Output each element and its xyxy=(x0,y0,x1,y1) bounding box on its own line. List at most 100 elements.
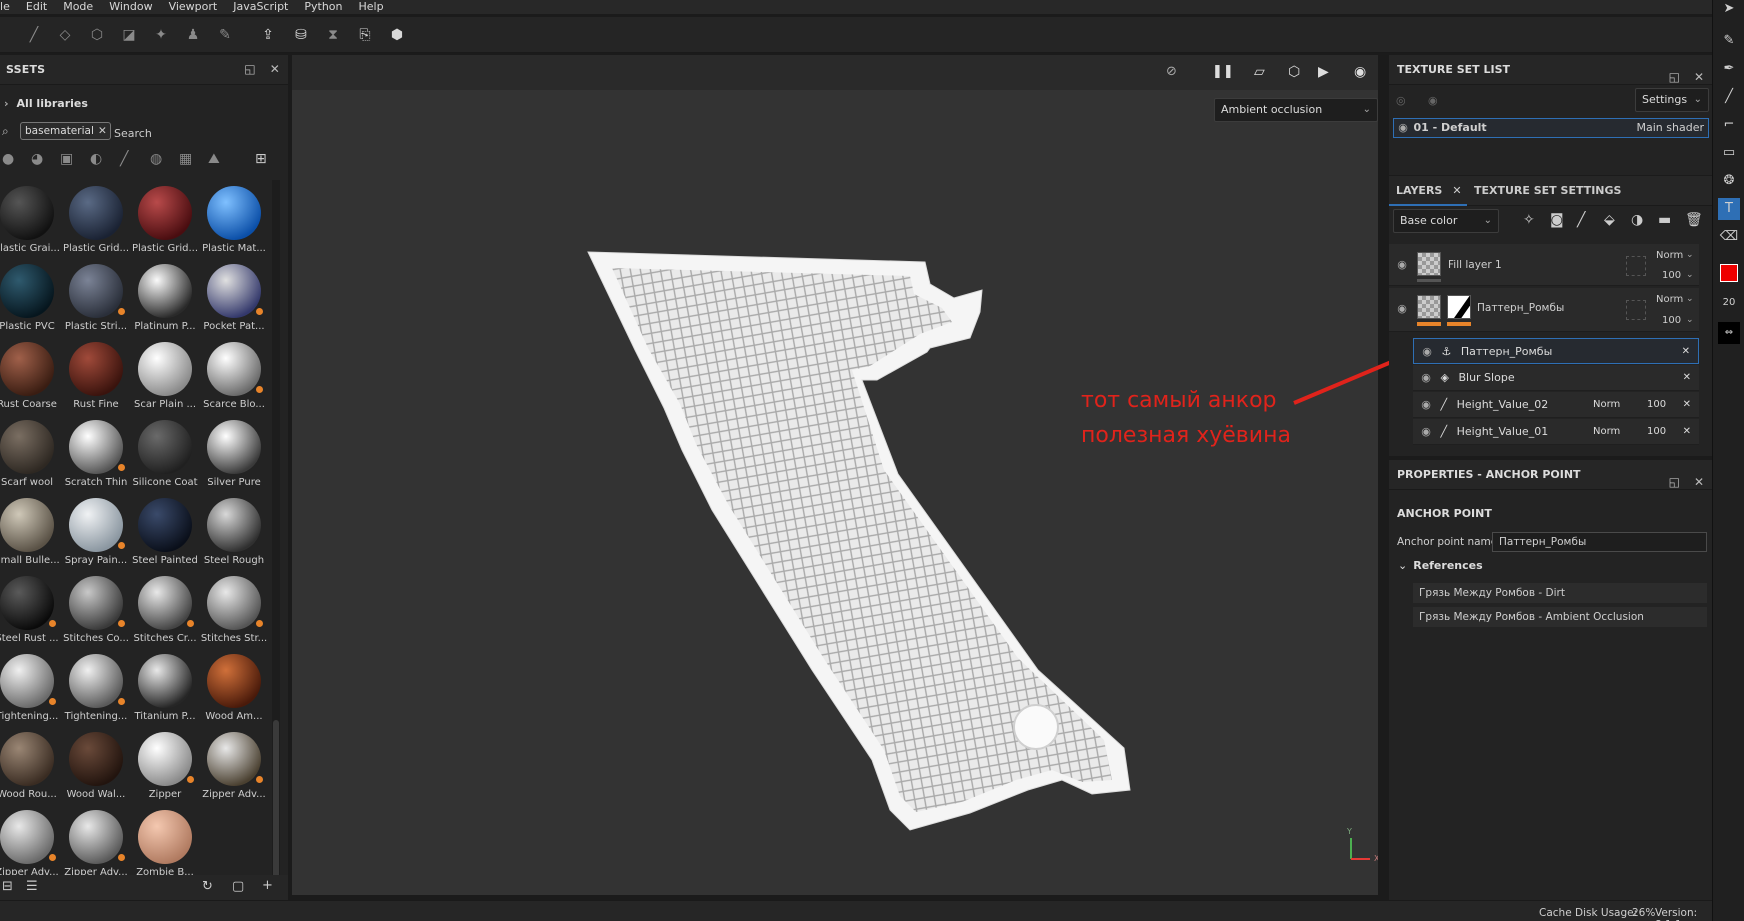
generator-icon[interactable]: ◑ xyxy=(1631,212,1643,228)
remove-tag-icon[interactable]: ✕ xyxy=(98,123,107,139)
geometry-mask-icon[interactable]: ◪ xyxy=(121,27,137,43)
mask-slot[interactable] xyxy=(1626,256,1646,276)
swap-arrows-icon[interactable]: ⇔ xyxy=(1718,322,1740,344)
asset-item[interactable]: Zipper Adv... xyxy=(199,732,269,810)
library-breadcrumb[interactable]: › All libraries xyxy=(4,97,88,110)
asset-item[interactable]: Titanium P... xyxy=(130,654,200,732)
eye-icon[interactable]: ◉ xyxy=(1395,258,1409,271)
mask-icon[interactable]: ◙ xyxy=(1550,212,1564,228)
asset-item[interactable]: Steel Painted xyxy=(130,498,200,576)
undock-icon[interactable]: ◱ xyxy=(1669,475,1680,489)
eye-icon[interactable]: ◉ xyxy=(1419,419,1433,445)
material-filter-icon[interactable]: ● xyxy=(2,151,14,167)
menu-edit[interactable]: Edit xyxy=(26,0,57,14)
asset-item[interactable]: Plastic Grai... xyxy=(0,186,62,264)
2d-view-icon[interactable]: ▱ xyxy=(1254,64,1265,80)
close-icon[interactable]: ✕ xyxy=(1694,70,1704,84)
opacity[interactable]: 100 xyxy=(1647,419,1666,445)
new-folder-icon[interactable]: ▢ xyxy=(232,879,244,894)
projection-icon[interactable]: ⬡ xyxy=(89,27,105,43)
clone-icon[interactable]: ❂ xyxy=(1718,170,1740,192)
magic-wand-icon[interactable]: ✧ xyxy=(1523,212,1535,228)
share-icon[interactable]: ⎘ xyxy=(357,27,373,43)
search-input[interactable]: Search xyxy=(114,127,152,140)
brush-icon[interactable]: ⌐ xyxy=(1718,114,1740,136)
opacity[interactable]: 100 xyxy=(1662,270,1681,281)
assets-scrollbar[interactable] xyxy=(272,180,280,895)
asset-item[interactable]: Platinum P... xyxy=(130,264,200,342)
tab-texture-set-settings[interactable]: TEXTURE SET SETTINGS xyxy=(1474,176,1621,206)
folder-icon[interactable]: ▬ xyxy=(1658,212,1671,228)
asset-item[interactable]: Steel Rust ... xyxy=(0,576,62,654)
asset-item[interactable]: Stitches Str... xyxy=(199,576,269,654)
eye-icon[interactable]: ◉ xyxy=(1395,302,1409,315)
image-filter-icon[interactable]: ⛰ xyxy=(208,151,220,167)
mask-slot[interactable] xyxy=(1626,300,1646,320)
asset-item[interactable]: Wood Rou... xyxy=(0,732,62,810)
asset-item[interactable]: Plastic Grid... xyxy=(61,186,131,264)
asset-item[interactable]: Scarf wool xyxy=(0,420,62,498)
color-swatch[interactable] xyxy=(1720,264,1738,282)
blend-mode[interactable]: Norm xyxy=(1656,250,1683,261)
eye-icon[interactable]: ◉ xyxy=(1420,339,1434,365)
menu-window[interactable]: Window xyxy=(109,0,162,14)
tab-layers[interactable]: LAYERS ✕ xyxy=(1389,176,1467,206)
references-toggle[interactable]: ⌄ References xyxy=(1398,559,1483,572)
3d-view-icon[interactable]: ⬡ xyxy=(1288,64,1300,80)
close-icon[interactable]: ✕ xyxy=(270,62,280,76)
asset-item[interactable]: Small Bulle... xyxy=(0,498,62,576)
assets-scroll-thumb[interactable] xyxy=(273,720,279,890)
effect-row-blur-slope[interactable]: ◉ ◈ Blur Slope ✕ xyxy=(1413,365,1699,391)
cursor-icon[interactable]: ➤ xyxy=(1718,0,1740,20)
eye-icon[interactable]: ◉ xyxy=(1428,94,1438,107)
asset-item[interactable]: Tightening... xyxy=(0,654,62,732)
reference-item[interactable]: Грязь Между Ромбов - Dirt xyxy=(1413,583,1707,603)
text-tool-icon[interactable]: T xyxy=(1718,198,1740,220)
asset-item[interactable]: Pocket Pat... xyxy=(199,264,269,342)
particle-filter-icon[interactable]: ◍ xyxy=(150,151,162,167)
asset-item[interactable]: Wood Wal... xyxy=(61,732,131,810)
eye-icon[interactable]: ◉ xyxy=(1419,365,1433,391)
smart-material-filter-icon[interactable]: ◕ xyxy=(31,151,43,167)
eraser-icon[interactable]: ⌫ xyxy=(1718,226,1740,248)
brush-filter-icon[interactable]: ╱ xyxy=(120,151,128,167)
close-icon[interactable]: ✕ xyxy=(1694,475,1704,489)
grid-filter-icon[interactable]: ▦ xyxy=(179,151,192,167)
camera-video-icon[interactable]: ▶ xyxy=(1318,64,1329,80)
asset-item[interactable]: Plastic Stri... xyxy=(61,264,131,342)
effect-row-height-01[interactable]: ◉ ╱ Height_Value_01 Norm 100 ✕ xyxy=(1413,419,1699,445)
menu-help[interactable]: Help xyxy=(359,0,394,14)
layer-channel-select[interactable]: Base color ⌄ xyxy=(1393,209,1499,233)
blend-mode[interactable]: Norm xyxy=(1656,294,1683,305)
anchor-name-input[interactable]: Паттерн_Ромбы xyxy=(1492,532,1707,552)
paint-brush-icon[interactable]: ╱ xyxy=(26,27,42,43)
smudge-icon[interactable]: ✦ xyxy=(153,27,169,43)
cube-icon[interactable]: ⬢ xyxy=(389,27,405,43)
close-icon[interactable]: ✕ xyxy=(1683,419,1691,445)
3d-viewport[interactable]: Ambient occlusion ⌄ Y X xyxy=(292,90,1378,895)
asset-item[interactable]: Zipper xyxy=(130,732,200,810)
asset-item[interactable]: Silver Pure xyxy=(199,420,269,498)
texture-set-settings-select[interactable]: Settings ⌄ xyxy=(1635,88,1709,112)
rectangle-icon[interactable]: ▭ xyxy=(1718,142,1740,164)
hourglass-icon[interactable]: ⧗ xyxy=(325,27,341,43)
asset-item[interactable]: Stitches Cr... xyxy=(130,576,200,654)
asset-item[interactable]: Scratch Thin xyxy=(61,420,131,498)
menu-javascript[interactable]: JavaScript xyxy=(233,0,298,14)
screenshot-icon[interactable]: ◉ xyxy=(1354,64,1366,80)
eye-icon[interactable]: ◉ xyxy=(1396,119,1410,137)
import-icon[interactable]: ⊟ xyxy=(2,879,13,894)
menu-python[interactable]: Python xyxy=(304,0,352,14)
asset-item[interactable]: Wood Am... xyxy=(199,654,269,732)
close-icon[interactable]: ✕ xyxy=(1683,365,1691,391)
list-view-icon[interactable]: ☰ xyxy=(26,879,38,894)
search-tag[interactable]: basematerial ✕ xyxy=(20,122,111,140)
effect-row-height-02[interactable]: ◉ ╱ Height_Value_02 Norm 100 ✕ xyxy=(1413,392,1699,418)
pencil-icon[interactable]: ✎ xyxy=(1718,30,1740,52)
blend-mode[interactable]: Norm xyxy=(1593,419,1620,445)
pen-icon[interactable]: ✒ xyxy=(1718,58,1740,80)
blend-mode[interactable]: Norm xyxy=(1593,392,1620,418)
hide-icon[interactable]: ◎ xyxy=(1396,94,1406,107)
eye-icon[interactable]: ◉ xyxy=(1419,392,1433,418)
asset-item[interactable]: Steel Rough xyxy=(199,498,269,576)
